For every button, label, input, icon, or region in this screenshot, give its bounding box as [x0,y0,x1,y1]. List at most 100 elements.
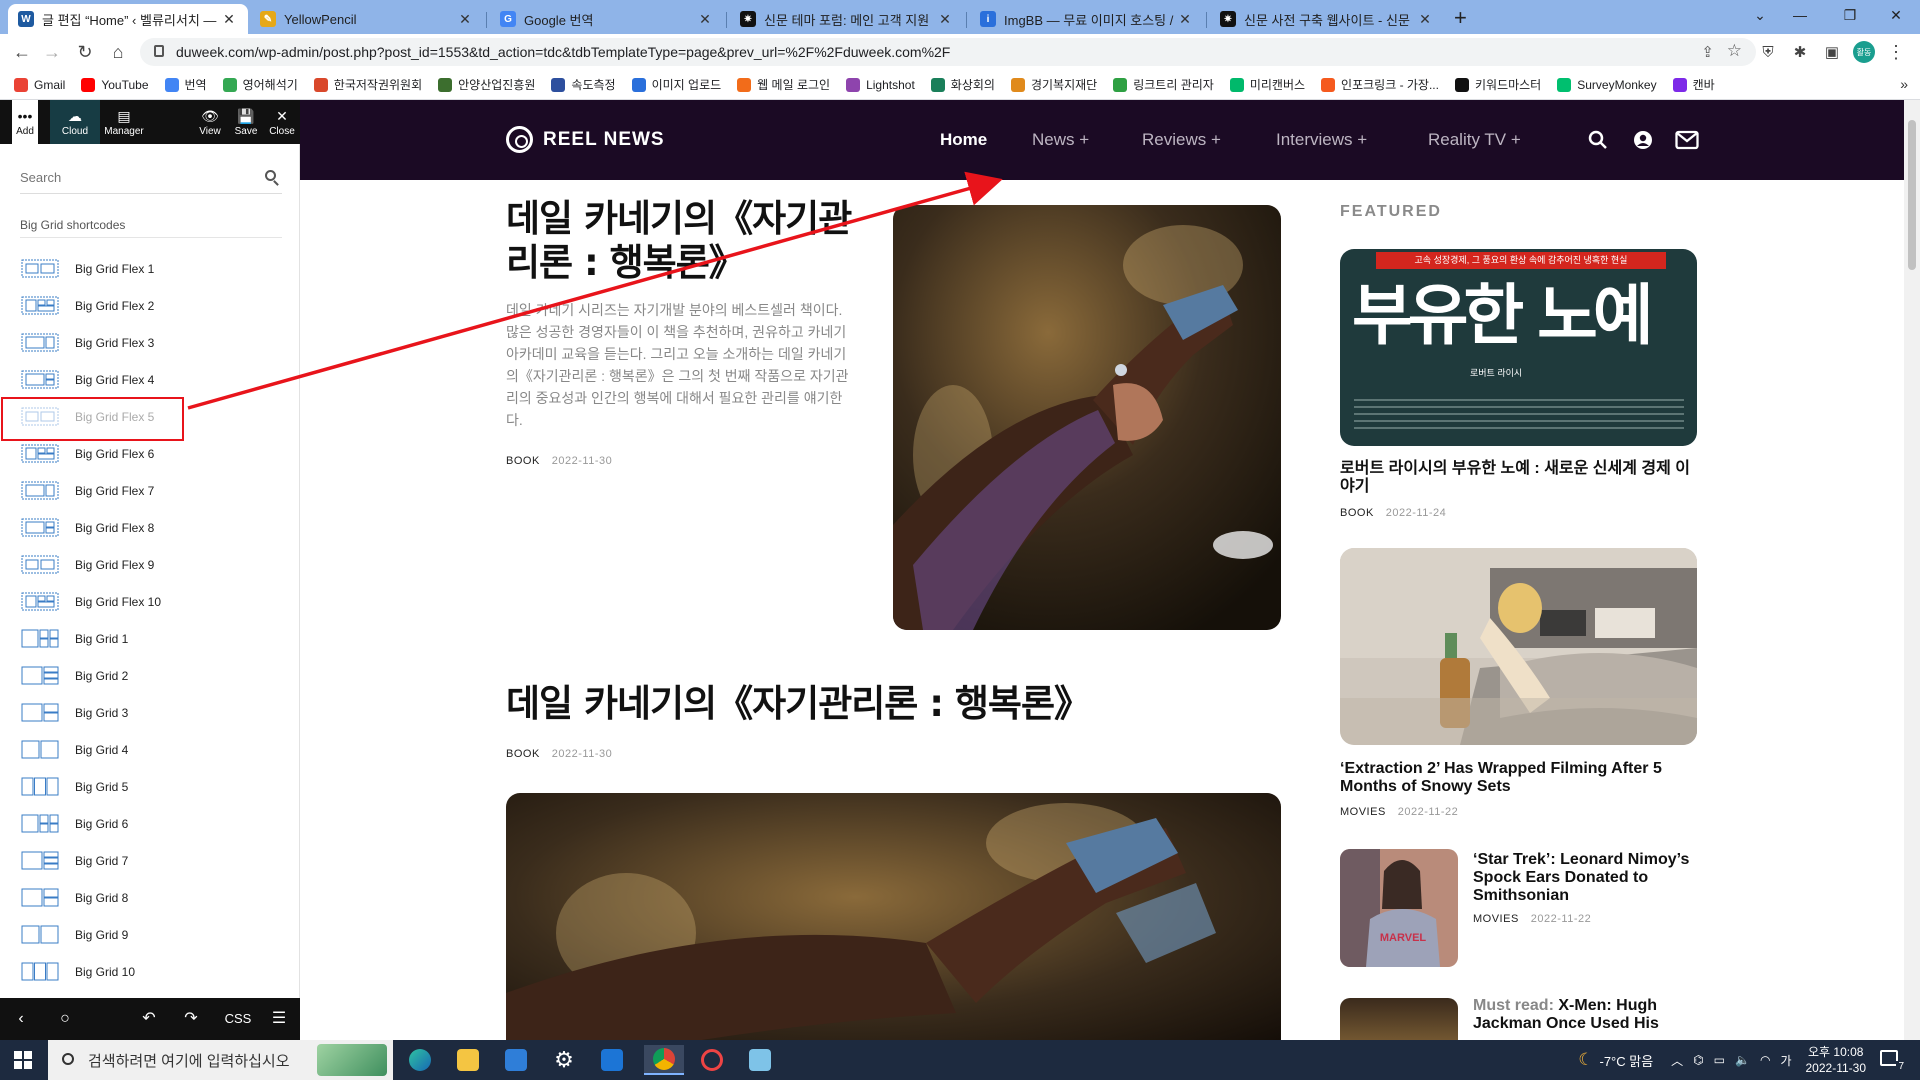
tab-imgbb[interactable]: i ImgBB — 무료 이미지 호스팅 / ✕ [970,4,1204,34]
notification-icon[interactable]: 7 [1880,1048,1906,1072]
bookmark-item[interactable]: 미리캔버스 [1229,76,1305,93]
volume-icon[interactable]: 🔈 [1735,1053,1750,1067]
battery-icon[interactable]: ▭ [1714,1053,1725,1067]
featured-title[interactable]: Must read: X-Men: Hugh Jackman Once Used… [1473,997,1698,1033]
shortcode-item[interactable]: Big Grid 1 [0,620,300,657]
category-label[interactable]: MOVIES [1340,806,1386,818]
shortcode-item[interactable]: Big Grid Flex 8 [0,509,300,546]
address-bar[interactable]: duweek.com/wp-admin/post.php?post_id=155… [140,38,1756,66]
thumbnail-image[interactable] [1340,998,1458,1040]
chevron-up-icon[interactable]: ︿ [1671,1052,1683,1069]
user-icon[interactable] [1633,130,1653,155]
nav-reviews[interactable]: Reviews + [1142,130,1221,150]
back-icon[interactable]: ‹ [6,998,36,1040]
featured-image-book[interactable]: 고속 성장경제, 그 풍요의 환상 속에 감추어진 냉혹한 현실 부유한 노예 … [1340,249,1697,446]
circle-icon[interactable]: ○ [50,998,80,1040]
taskbar-search[interactable]: 검색하려면 여기에 입력하십시오 [48,1040,393,1080]
network-icon[interactable]: ⌬ [1693,1053,1703,1067]
css-button[interactable]: CSS [220,998,256,1040]
featured-title[interactable]: ‘Extraction 2’ Has Wrapped Filming After… [1340,760,1705,796]
forward-arrow-icon[interactable]: → [38,38,66,66]
wifi-icon[interactable]: ◠ [1760,1053,1770,1067]
reload-icon[interactable]: ↻ [71,38,99,66]
ime-indicator[interactable]: 가 [1780,1052,1791,1069]
view-button[interactable]: 👁 View [196,100,224,144]
bookmark-item[interactable]: 링크트리 관리자 [1113,76,1214,93]
shortcode-item[interactable]: Big Grid 5 [0,768,300,805]
minimize-icon[interactable]: — [1780,0,1820,30]
close-tab-icon[interactable]: ✕ [220,11,238,28]
bookmark-item[interactable]: 안양산업진흥원 [438,76,535,93]
edge-icon[interactable] [400,1045,440,1075]
featured-image-bedroom[interactable] [1340,548,1697,745]
hero-title[interactable]: 데일 카네기의《자기관리론 : 행복론》 [506,197,866,285]
close-tab-icon[interactable]: ✕ [696,11,714,28]
shortcode-item[interactable]: Big Grid Flex 10 [0,583,300,620]
bookmark-item[interactable]: 경기복지재단 [1010,76,1097,93]
shortcode-item[interactable]: Big Grid Flex 7 [0,472,300,509]
bookmark-item[interactable]: 키워드마스터 [1454,76,1541,93]
share-icon[interactable]: ⇪ [1701,43,1714,61]
bookmark-star-icon[interactable]: ☆ [1727,41,1742,61]
bookmark-item[interactable]: YouTube [81,77,149,92]
article-title[interactable]: 데일 카네기의《자기관리론 : 행복론》 [506,682,1091,726]
clock[interactable]: 오후 10:08 2022-11-30 [1806,1044,1867,1076]
save-button[interactable]: 💾 Save [232,100,260,144]
bookmark-item[interactable]: 이미지 업로드 [631,76,721,93]
category-label[interactable]: BOOK [1340,507,1374,519]
shortcode-item[interactable]: Big Grid Flex 1 [0,250,300,287]
store-icon[interactable] [496,1045,536,1075]
category-label[interactable]: BOOK [506,748,540,760]
shortcode-item[interactable]: Big Grid 8 [0,879,300,916]
nav-home[interactable]: Home [940,130,987,150]
search-input[interactable] [20,170,250,185]
shortcode-item[interactable]: Big Grid Flex 3 [0,324,300,361]
notepad-icon[interactable] [740,1045,780,1075]
shortcode-item[interactable]: Big Grid 9 [0,916,300,953]
weather-text[interactable]: -7°C 맑음 [1599,1051,1653,1070]
nav-interviews[interactable]: Interviews + [1276,130,1367,150]
mail-icon[interactable] [592,1045,632,1075]
close-tab-icon[interactable]: ✕ [1176,11,1194,28]
search-icon[interactable] [1588,130,1608,155]
new-tab-button[interactable]: + [1454,5,1467,31]
home-icon[interactable]: ⌂ [104,38,132,66]
chrome-icon[interactable] [644,1045,684,1075]
file-explorer-icon[interactable] [448,1045,488,1075]
extension-shield-icon[interactable]: ⛨ [1754,38,1782,66]
shortcode-item[interactable]: Big Grid 6 [0,805,300,842]
close-window-icon[interactable]: ✕ [1876,0,1916,30]
scrollbar-thumb[interactable] [1908,120,1916,270]
article-image[interactable] [506,793,1281,1040]
bookmark-item[interactable]: 웹 메일 로그인 [737,76,830,93]
search-icon[interactable] [265,170,276,181]
restore-icon[interactable]: ❐ [1830,0,1870,30]
category-label[interactable]: MOVIES [1473,913,1519,925]
settings-gear-icon[interactable]: ⚙ [544,1045,584,1075]
bookmark-item[interactable]: Gmail [14,77,65,92]
redo-icon[interactable]: ↷ [176,998,206,1040]
bookmark-item[interactable]: 화상회의 [930,76,995,93]
extensions-puzzle-icon[interactable]: ✱ [1786,38,1814,66]
shortcode-item[interactable]: Big Grid 2 [0,657,300,694]
more-bookmarks-icon[interactable]: » [1900,76,1908,92]
nav-news[interactable]: News + [1032,130,1089,150]
undo-icon[interactable]: ↶ [134,998,164,1040]
tab-newspaper-sites[interactable]: ✷ 신문 사전 구축 웹사이트 - 신문 ✕ [1210,4,1444,34]
bookmark-item[interactable]: 한국저작권위원회 [313,76,422,93]
bookmark-item[interactable]: 속도측정 [551,76,616,93]
shortcode-item[interactable]: Big Grid Flex 4 [0,361,300,398]
thumbnail-image[interactable]: MARVEL [1340,849,1458,967]
category-label[interactable]: BOOK [506,455,540,467]
windows-start-icon[interactable] [14,1051,32,1074]
chrome-menu-icon[interactable]: ⋮ [1882,38,1910,66]
tab-search-icon[interactable]: ⌄ [1740,0,1780,30]
close-tab-icon[interactable]: ✕ [936,11,954,28]
app-icon[interactable] [692,1045,732,1075]
bookmark-item[interactable]: 번역 [164,76,207,93]
bookmark-item[interactable]: 영어해석기 [222,76,298,93]
featured-title[interactable]: 로버트 라이시의 부유한 노예 : 새로운 신세계 경제 이야기 [1340,460,1700,496]
list-icon[interactable]: ☰ [264,998,294,1040]
shortcode-item[interactable]: Big Grid Flex 9 [0,546,300,583]
bookmark-item[interactable]: Lightshot [846,77,915,92]
